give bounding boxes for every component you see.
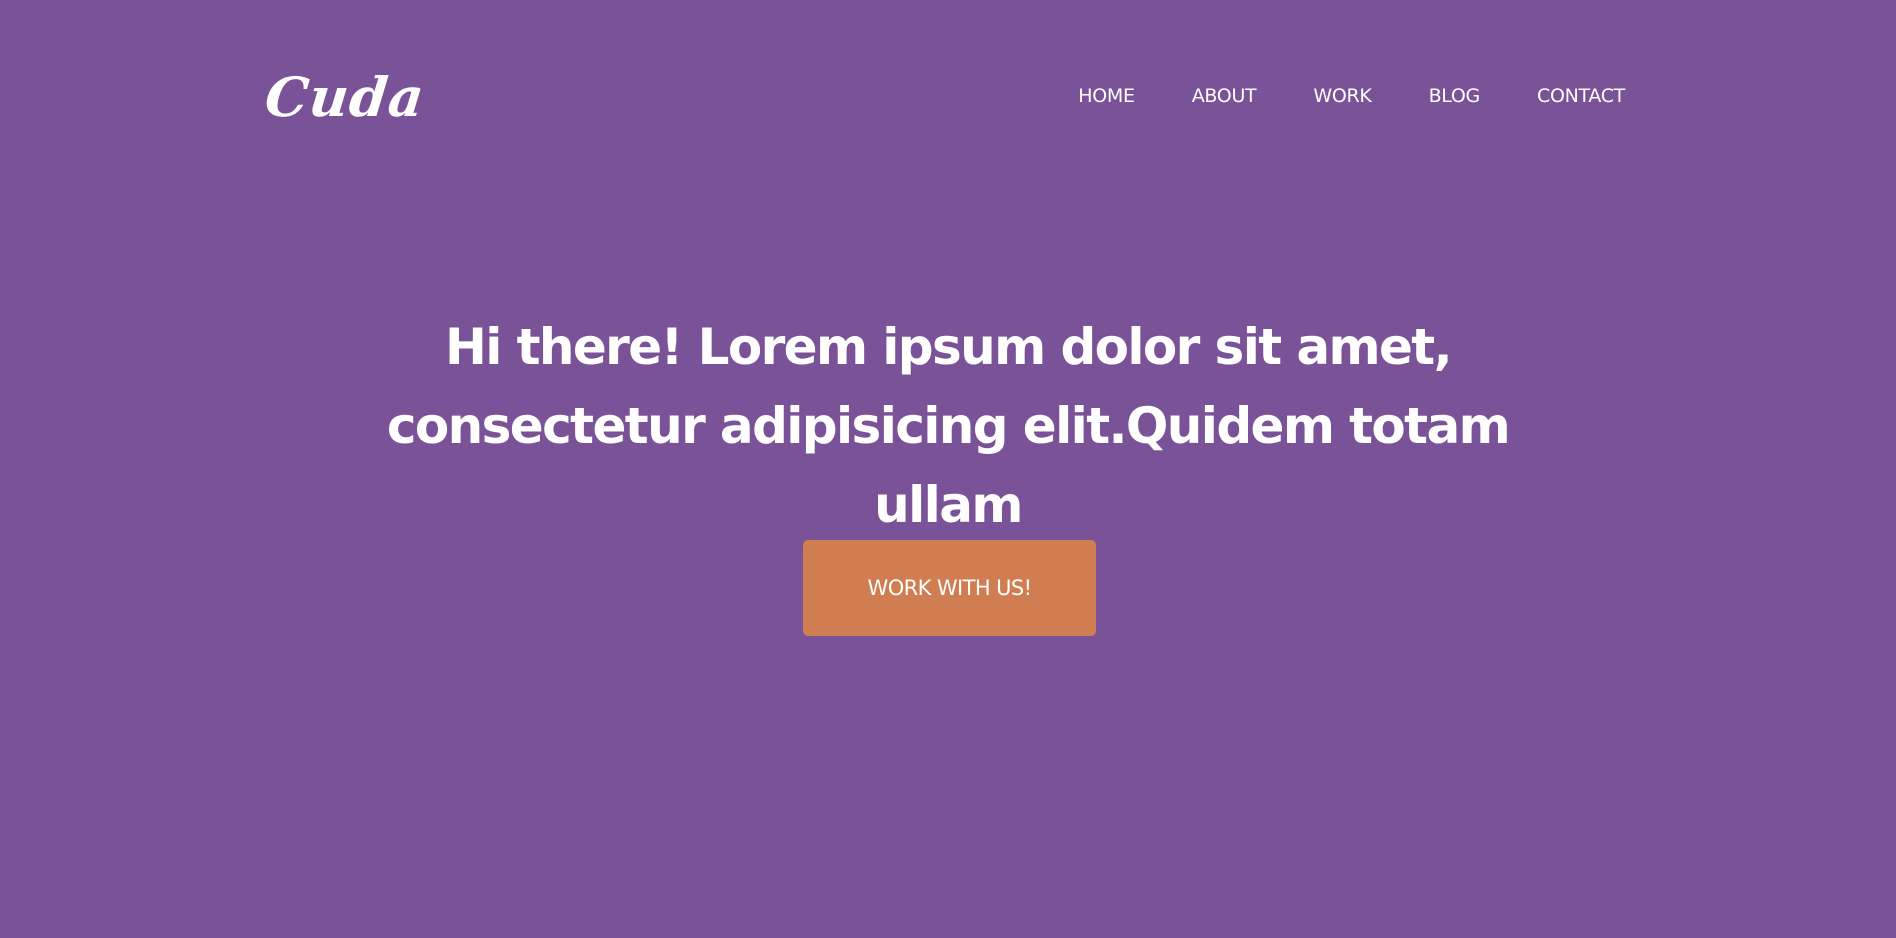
site-header: Cuda HOME ABOUT WORK BLOG CONTACT [262, 64, 1625, 130]
brand-logo[interactable]: Cuda [262, 64, 428, 130]
nav-item-about[interactable]: ABOUT [1192, 83, 1257, 109]
nav-item-work[interactable]: WORK [1313, 83, 1372, 109]
hero-title: Hi there! Lorem ipsum dolor sit amet, co… [386, 318, 1511, 534]
work-with-us-button[interactable]: WORK WITH US! [803, 540, 1096, 636]
nav-item-contact[interactable]: CONTACT [1537, 83, 1625, 109]
nav-item-home[interactable]: HOME [1078, 83, 1135, 109]
main-nav: HOME ABOUT WORK BLOG CONTACT [1078, 83, 1625, 109]
nav-item-blog[interactable]: BLOG [1429, 83, 1481, 109]
